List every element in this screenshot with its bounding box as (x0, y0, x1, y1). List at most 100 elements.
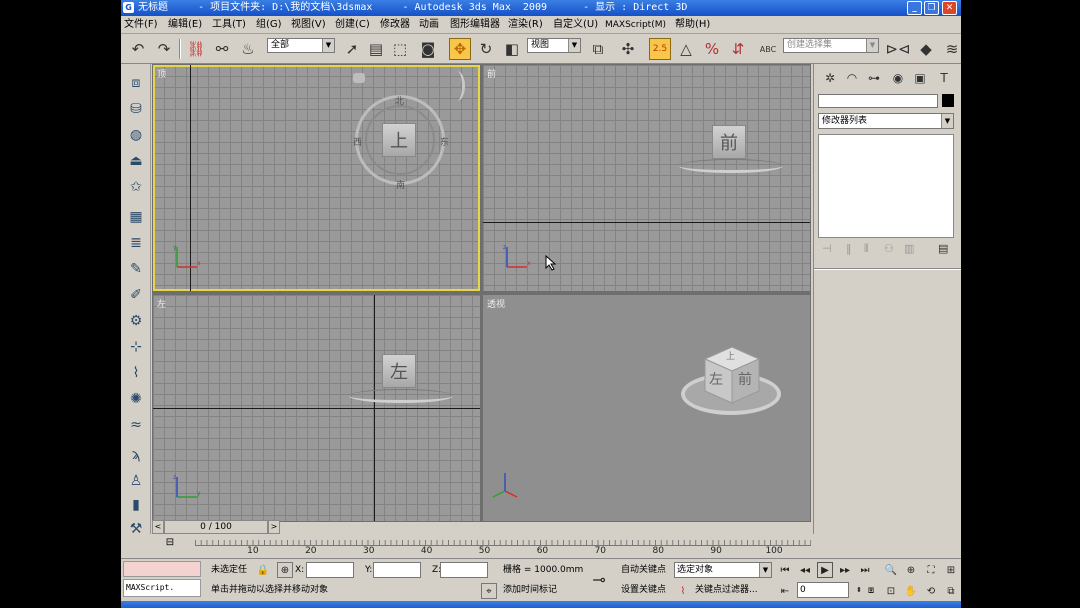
menu-animation[interactable]: 动画 (419, 18, 439, 32)
wave-icon[interactable]: ≈ (125, 414, 147, 436)
trackbar[interactable]: ⊟ 10 20 30 40 50 60 70 80 90 100 (152, 536, 811, 558)
select-by-name-icon[interactable]: ▤ (365, 38, 387, 60)
absolute-mode-icon[interactable]: ⊕ (277, 562, 293, 578)
zoom-extents-icon[interactable]: ⛶ (923, 562, 939, 578)
box-icon[interactable]: ⧈ (125, 72, 147, 94)
layer-manager-icon[interactable]: ≋ (941, 38, 961, 60)
viewcube-rotate-arrow-icon[interactable] (449, 71, 465, 101)
figure-icon[interactable]: ♙ (125, 470, 147, 492)
select-and-manipulate-icon[interactable]: ✣ (617, 38, 639, 60)
menu-customize[interactable]: 自定义(U) (553, 18, 598, 32)
brush-icon[interactable]: ✎ (125, 258, 147, 280)
motion-tab-icon[interactable]: ◉ (888, 68, 908, 88)
default-in-out-tangent-icon[interactable]: ⌇ (675, 583, 691, 599)
app-icon[interactable]: G (123, 2, 134, 13)
track-ruler[interactable] (195, 536, 811, 546)
select-and-rotate-icon[interactable]: ↻ (475, 38, 497, 60)
paint-icon[interactable]: ✐ (125, 284, 147, 306)
cloth-icon[interactable]: ▮ (125, 494, 147, 516)
gear-icon[interactable]: ⚙ (125, 310, 147, 332)
previous-frame-icon[interactable]: ◂◂ (797, 562, 813, 578)
undo-icon[interactable]: ↶ (127, 38, 149, 60)
modifier-stack[interactable] (818, 134, 954, 238)
maxscript-input[interactable]: MAXScript. (123, 579, 201, 597)
layers-icon[interactable]: ≣ (125, 232, 147, 254)
time-slider[interactable]: 0 / 100 (164, 520, 268, 534)
reference-coordinate-dropdown[interactable]: 视图 ▼ (527, 38, 581, 53)
z-coordinate-field[interactable] (440, 562, 488, 578)
play-icon[interactable]: ▶ (817, 562, 833, 578)
display-tab-icon[interactable]: ▣ (910, 68, 930, 88)
viewcube-left[interactable]: 左 (382, 354, 416, 388)
time-slider-prev-button[interactable]: < (152, 520, 164, 534)
lock-selection-icon[interactable]: 🔒 (255, 562, 271, 578)
time-slider-next-button[interactable]: > (268, 520, 280, 534)
configure-modifier-icon[interactable]: ▥ (904, 242, 914, 255)
star-icon[interactable]: ✩ (125, 176, 147, 198)
wrench-icon[interactable]: ⚒ (125, 518, 147, 540)
menu-modifiers[interactable]: 修改器 (380, 18, 410, 32)
menu-help[interactable]: 帮助(H) (675, 18, 710, 32)
maximize-viewport-icon[interactable]: ⧉ (943, 583, 959, 599)
bone-icon[interactable]: ⊹ (125, 336, 147, 358)
create-tab-icon[interactable]: ✲ (820, 68, 840, 88)
maximize-button[interactable]: ❐ (924, 1, 939, 15)
menu-tools[interactable]: 工具(T) (212, 18, 246, 32)
fan-icon[interactable]: ✺ (125, 388, 147, 410)
x-coordinate-field[interactable] (306, 562, 354, 578)
go-to-start-icon[interactable]: ⏮ (777, 562, 793, 578)
align-icon[interactable]: ◆ (915, 38, 937, 60)
select-object-icon[interactable]: ➚ (341, 38, 363, 60)
menu-create[interactable]: 创建(C) (335, 18, 370, 32)
close-button[interactable]: ✕ (942, 1, 957, 15)
time-tag-icon[interactable]: ⌖ (481, 583, 497, 599)
minimize-button[interactable]: _ (907, 1, 922, 15)
zoom-all-icon[interactable]: ⊕ (903, 562, 919, 578)
pin-stack-icon[interactable]: ⊣ (822, 242, 832, 255)
select-and-scale-icon[interactable]: ◧ (501, 38, 523, 60)
region-zoom-icon[interactable]: ⊡ (883, 583, 899, 599)
viewport-front[interactable]: 前 前 x z (483, 65, 810, 291)
percent-snap-icon[interactable]: % (701, 38, 723, 60)
modifier-list-dropdown[interactable]: 修改器列表 ▼ (818, 113, 954, 129)
viewport-top-label[interactable]: 顶 (157, 67, 166, 80)
current-frame-field[interactable]: 0 (797, 582, 849, 598)
make-unique-icon[interactable]: ⫴ (864, 242, 869, 256)
time-configuration-icon[interactable]: ⧆ (863, 582, 879, 598)
select-and-move-icon[interactable]: ✥ (449, 38, 471, 60)
redo-icon[interactable]: ↷ (153, 38, 175, 60)
menu-maxscript[interactable]: MAXScript(M) (605, 18, 666, 32)
auto-key-button[interactable]: 自动关键点 (621, 563, 666, 577)
add-time-tag-button[interactable]: 添加时间标记 (503, 583, 557, 597)
cylinder-icon[interactable]: ⛁ (125, 98, 147, 120)
mirror-icon[interactable]: ⊳⊲ (885, 38, 910, 60)
object-name-field[interactable] (818, 94, 938, 108)
key-filters-button[interactable]: 关键点过滤器... (695, 583, 758, 597)
bind-space-warp-icon[interactable]: ♨ (237, 38, 259, 60)
zoom-extents-all-icon[interactable]: ⊞ (943, 562, 959, 578)
viewcube-front[interactable]: 前 (712, 125, 746, 159)
modify-tab-icon[interactable]: ◠ (842, 68, 862, 88)
maxscript-output[interactable] (123, 561, 201, 577)
ribbon-icon[interactable]: ϡ (125, 444, 147, 466)
checker-icon[interactable]: ▦ (125, 206, 147, 228)
go-to-end-icon[interactable]: ⏭ (857, 562, 873, 578)
show-end-result-icon[interactable]: ‖ (846, 242, 852, 255)
edit-named-selection-icon[interactable]: ABC (757, 38, 779, 60)
menu-rendering[interactable]: 渲染(R) (508, 18, 543, 32)
hierarchy-tab-icon[interactable]: ⊶ (864, 68, 884, 88)
zoom-icon[interactable]: 🔍 (883, 562, 899, 578)
object-color-swatch[interactable] (942, 94, 954, 107)
named-selection-dropdown[interactable]: 创建选择集 ▼ (783, 38, 879, 53)
viewport-left-label[interactable]: 左 (157, 297, 166, 310)
unlink-icon[interactable]: ⚯ (211, 38, 233, 60)
menu-group[interactable]: 组(G) (256, 18, 282, 32)
sphere-icon[interactable]: ◍ (125, 124, 147, 146)
set-key-button[interactable]: 设置关键点 (621, 583, 666, 597)
key-icon[interactable]: ⊸ (587, 569, 611, 589)
remove-modifier-icon[interactable]: ⚇ (884, 242, 894, 255)
open-mini-curve-editor-icon[interactable]: ⊟ (162, 537, 178, 551)
menu-view[interactable]: 视图(V) (291, 18, 326, 32)
viewport-perspective[interactable]: 透视 左 前 上 (483, 295, 810, 521)
y-coordinate-field[interactable] (373, 562, 421, 578)
